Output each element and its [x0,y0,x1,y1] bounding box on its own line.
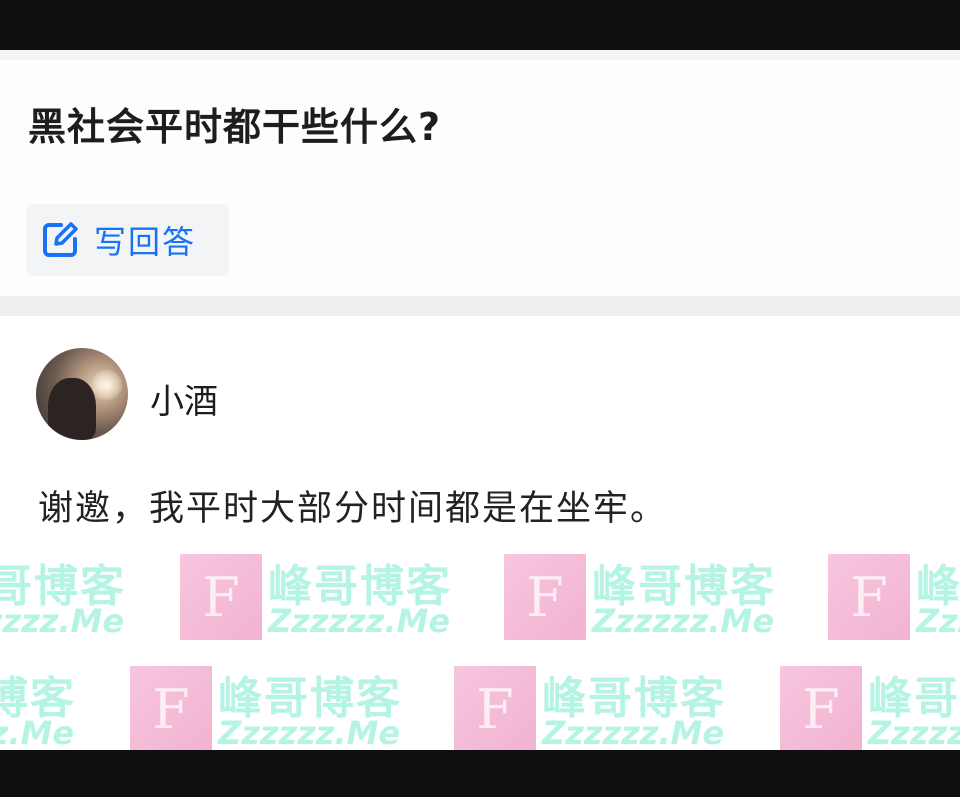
write-answer-label: 写回答 [94,223,197,261]
author-name[interactable]: 小酒 [150,374,218,423]
bottom-bezel [0,750,960,797]
answer-text[interactable]: 谢邀，我平时大部分时间都是在坐牢。 [38,480,667,531]
write-answer-button[interactable]: 写回答 [26,204,229,276]
device-frame: 黑社会平时都干些什么? 写回答 小酒 谢邀，我平时大部分时间都是在坐牢。 哥博客… [0,0,960,797]
avatar-light [92,370,122,400]
section-divider [0,296,960,316]
avatar-figure [48,378,96,440]
edit-pencil-icon [40,220,80,260]
question-card: 黑社会平时都干些什么? 写回答 [0,60,960,296]
answer-card: 小酒 谢邀，我平时大部分时间都是在坐牢。 [0,316,960,750]
app-screen: 黑社会平时都干些什么? 写回答 小酒 谢邀，我平时大部分时间都是在坐牢。 哥博客… [0,50,960,750]
avatar[interactable] [36,348,128,440]
question-title[interactable]: 黑社会平时都干些什么? [28,96,441,151]
